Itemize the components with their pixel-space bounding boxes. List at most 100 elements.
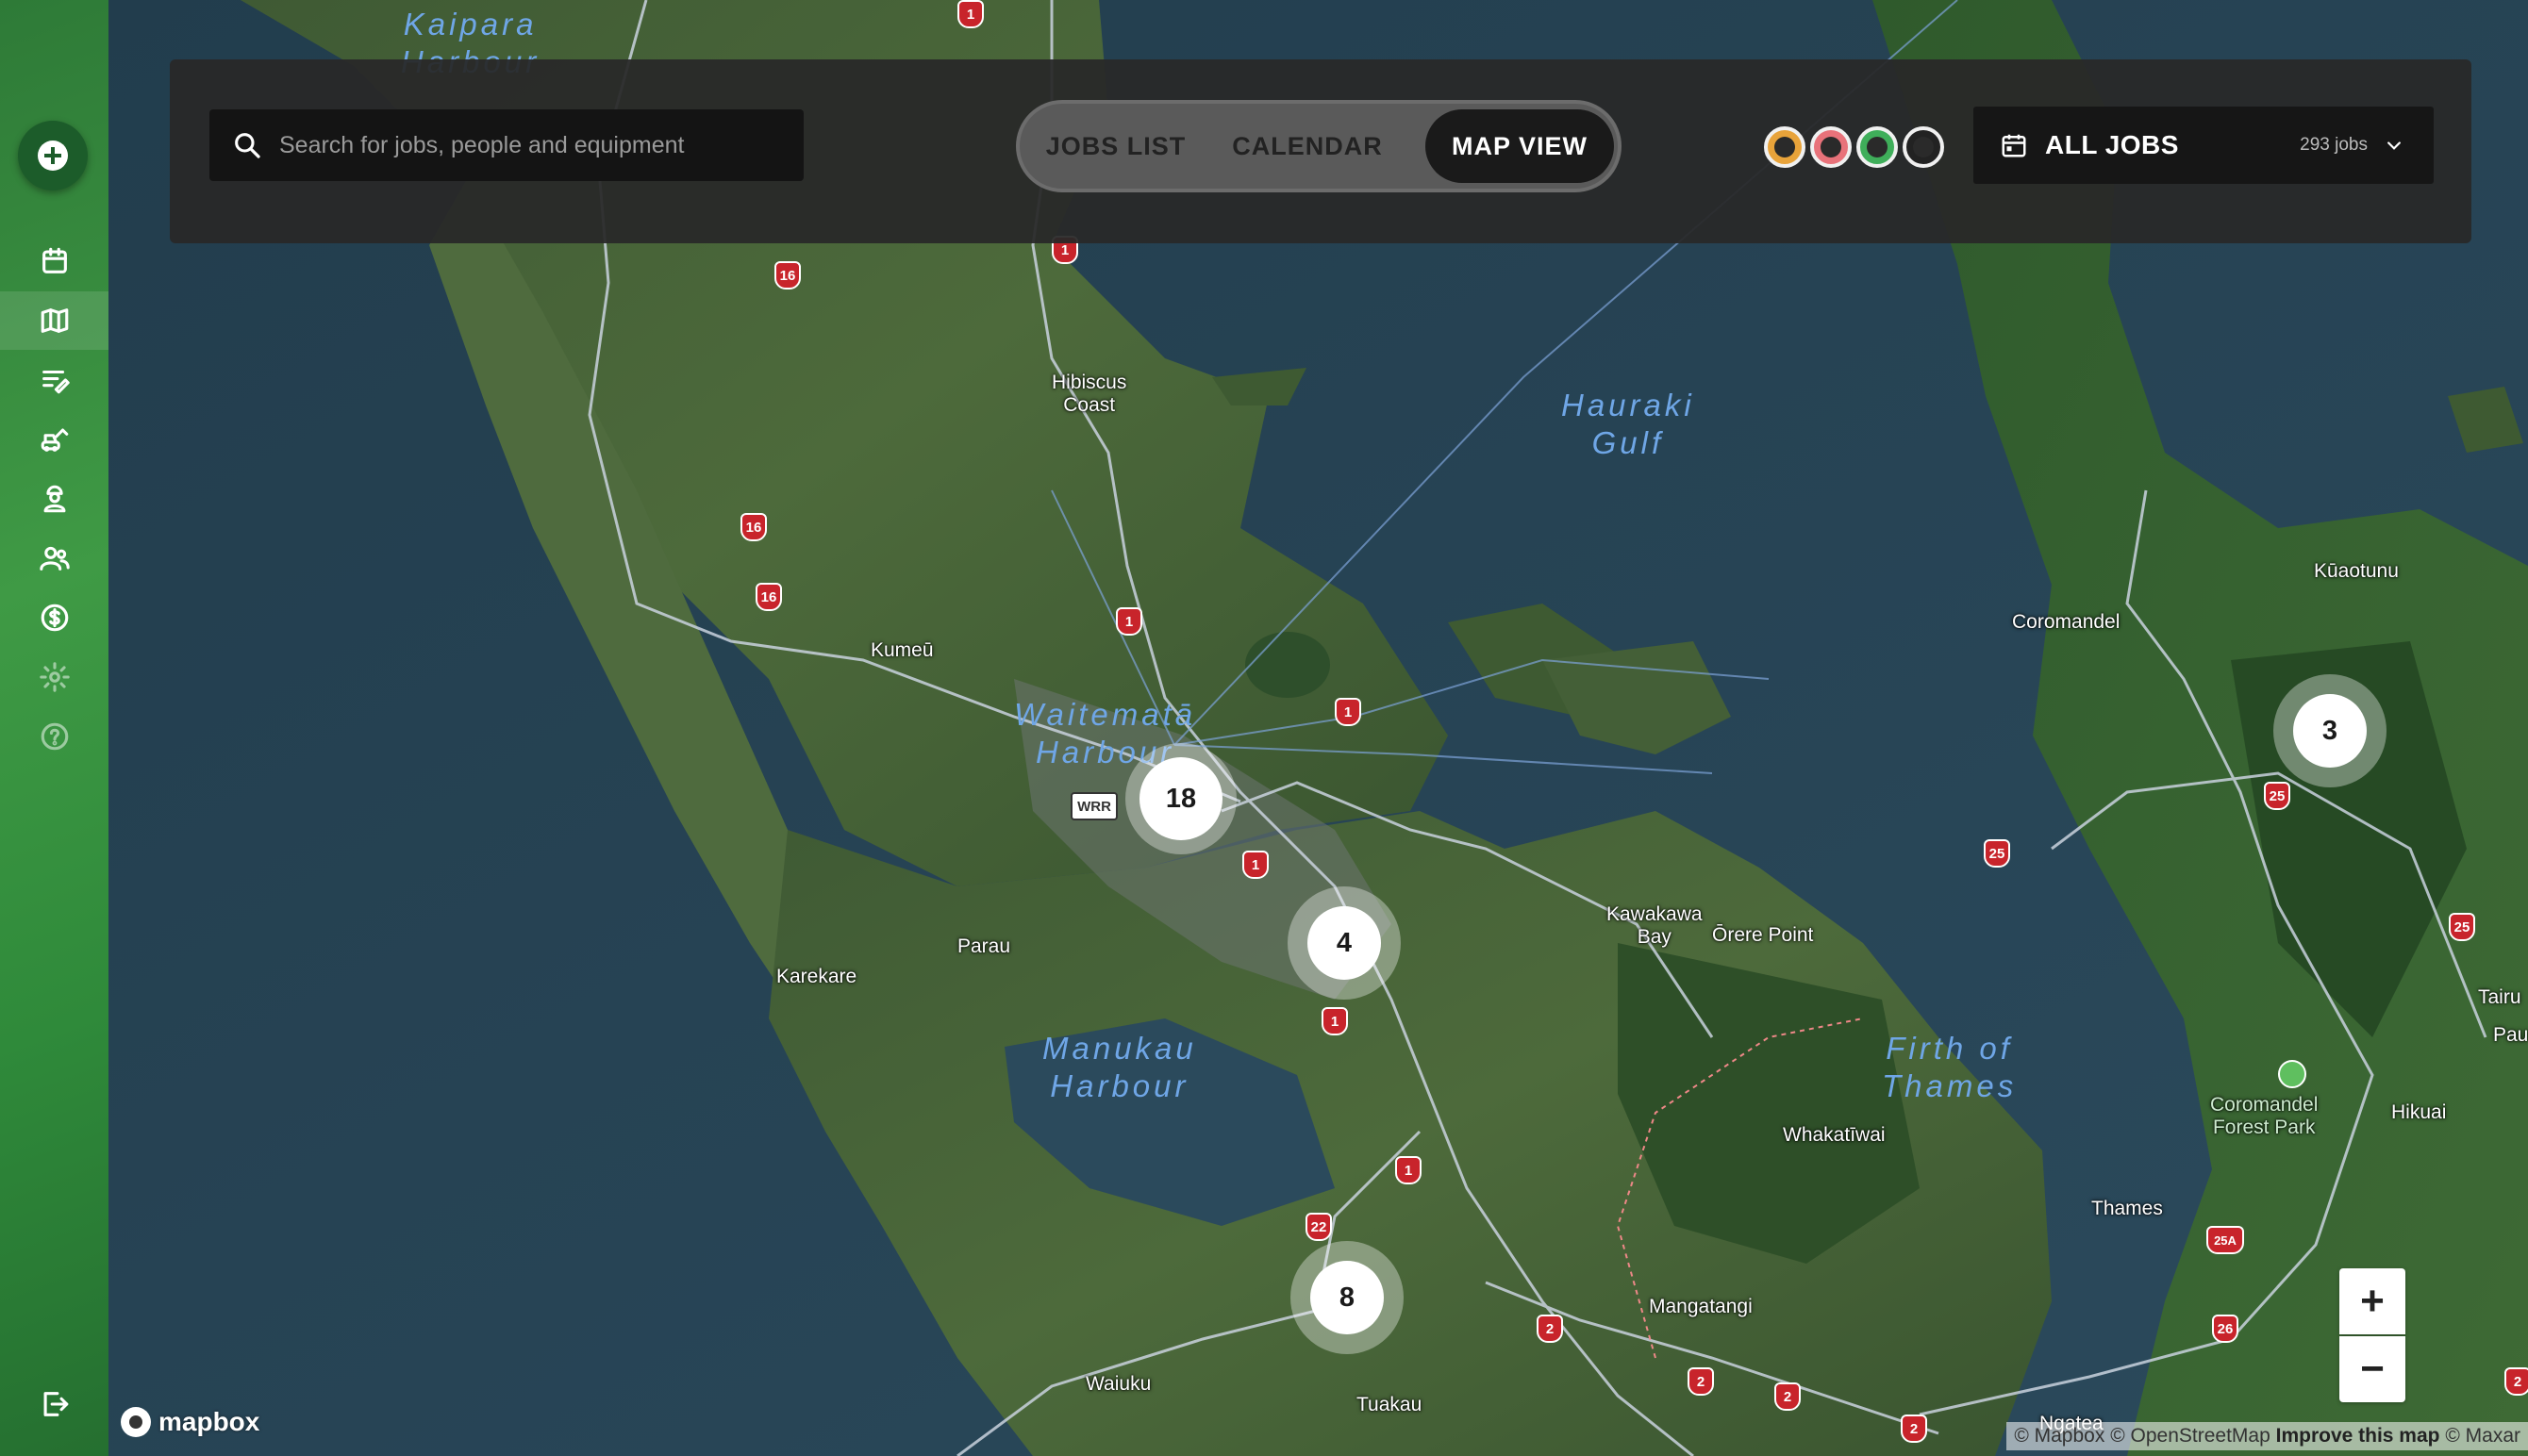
users-icon (39, 546, 70, 571)
attrib-osm-link[interactable]: © OpenStreetMap (2110, 1425, 2270, 1447)
cluster-count: 3 (2293, 694, 2367, 768)
highway-shield: 2 (1537, 1315, 1563, 1343)
help-icon (41, 722, 68, 751)
place-label: Tuakau (1356, 1394, 1422, 1415)
job-cluster[interactable]: 8 (1290, 1241, 1404, 1354)
place-label: Thames (2091, 1198, 2163, 1219)
mapbox-logo[interactable]: mapbox (121, 1407, 259, 1437)
chevron-down-icon (2387, 141, 2401, 150)
attrib-mapbox-link[interactable]: © Mapbox (2014, 1425, 2104, 1447)
place-label: Parau (957, 935, 1011, 957)
excavator-icon (41, 428, 68, 452)
tab-calendar[interactable]: CALENDAR (1208, 109, 1406, 183)
water-label-firth-of-thames: Firth of Thames (1882, 1031, 2018, 1103)
highway-shield: 2 (1774, 1382, 1801, 1411)
job-cluster[interactable]: 3 (2273, 674, 2387, 787)
map-icon (41, 308, 68, 333)
status-filter-orange[interactable] (1764, 126, 1805, 168)
sidebar-item-settings[interactable] (0, 648, 108, 706)
highway-shield: 25 (1984, 839, 2010, 868)
status-dot-core (1774, 137, 1795, 157)
sidebar-item-logout[interactable] (0, 1375, 108, 1433)
highway-shield: 25 (2264, 782, 2290, 810)
calendar-icon (42, 247, 67, 273)
job-filter-label: ALL JOBS (2045, 130, 2179, 159)
park-icon (2278, 1060, 2306, 1088)
attrib-maxar-link[interactable]: © Maxar (2445, 1425, 2520, 1447)
highway-shield: 2 (1688, 1367, 1714, 1396)
place-label: Whakatīwai (1783, 1124, 1886, 1146)
job-cluster[interactable]: 18 (1125, 743, 1237, 854)
highway-shield: 1 (1242, 851, 1269, 879)
app: Kaipara Harbour Hauraki Gulf Waitematā H… (0, 0, 2528, 1456)
tab-jobs-list[interactable]: JOBS LIST (1039, 109, 1193, 183)
search-box[interactable] (209, 109, 804, 181)
sidebar-item-map[interactable] (0, 291, 108, 350)
highway-shield: 1 (1335, 698, 1361, 726)
job-list-icon (42, 370, 70, 394)
place-label: Tairu (2478, 986, 2521, 1008)
place-label: Karekare (776, 966, 857, 987)
worker-icon (43, 485, 65, 513)
sidebar-item-jobs[interactable] (0, 351, 108, 409)
map-toolbar: JOBS LIST CALENDAR MAP VIEW ALL JOBS 293… (170, 59, 2471, 243)
sidebar-item-billing[interactable] (0, 588, 108, 647)
place-label: Hikuai (2391, 1101, 2447, 1123)
attrib-improve-link[interactable]: Improve this map (2276, 1425, 2440, 1447)
search-icon (235, 133, 260, 158)
place-label: Pau (2493, 1024, 2528, 1046)
highway-shield: 16 (774, 261, 801, 290)
logout-icon (43, 1392, 68, 1416)
tab-map-view[interactable]: MAP VIEW (1425, 109, 1614, 183)
place-label: Kawakawa Bay (1606, 903, 1703, 948)
water-label-hauraki: Hauraki Gulf (1561, 388, 1695, 460)
status-dot-core (1913, 137, 1934, 157)
zoom-out-button[interactable]: − (2339, 1336, 2405, 1402)
job-count: 293 jobs (2300, 135, 2368, 155)
highway-shield-wrr: WRR (1071, 792, 1118, 820)
status-filter-green[interactable] (1856, 126, 1898, 168)
sidebar-item-workers[interactable] (0, 470, 108, 528)
highway-shield: 1 (1322, 1007, 1348, 1035)
highway-shield: 26 (2212, 1315, 2238, 1343)
highway-shield: 16 (756, 583, 782, 611)
zoom-in-button[interactable]: + (2339, 1268, 2405, 1334)
highway-shield: 16 (740, 513, 767, 541)
sidebar-item-help[interactable] (0, 707, 108, 766)
water-label-manukau: Manukau Harbour (1042, 1031, 1197, 1103)
cluster-count: 18 (1139, 757, 1222, 840)
job-cluster[interactable]: 4 (1288, 886, 1401, 1000)
view-switcher: JOBS LIST CALENDAR MAP VIEW (1016, 100, 1622, 192)
highway-shield: 1 (957, 0, 984, 28)
status-dot-core (1867, 137, 1888, 157)
sidebar-item-equipment[interactable] (0, 410, 108, 469)
cluster-count: 4 (1307, 906, 1381, 980)
highway-shield: 2 (1901, 1415, 1927, 1443)
calendar-icon (2002, 134, 2026, 157)
sidebar-item-clients[interactable] (0, 529, 108, 587)
place-label: Kūaotunu (2314, 560, 2399, 582)
sidebar (0, 0, 108, 1456)
place-label: Waiuku (1086, 1373, 1152, 1395)
highway-shield: 2 (2504, 1367, 2528, 1396)
add-new-button[interactable] (18, 121, 88, 190)
search-input[interactable] (279, 131, 789, 159)
place-label-forest-park: Coromandel Forest Park (2210, 1094, 2319, 1138)
cluster-count: 8 (1310, 1261, 1384, 1334)
status-filter-pink[interactable] (1810, 126, 1852, 168)
status-filter-black[interactable] (1903, 126, 1944, 168)
sidebar-item-calendar[interactable] (0, 232, 108, 290)
place-label: Mangatangi (1649, 1296, 1753, 1317)
place-label: Coromandel (2012, 611, 2121, 633)
place-label: Hibiscus Coast (1052, 372, 1127, 416)
highway-shield: 25A (2206, 1226, 2244, 1254)
plus-icon (38, 141, 68, 171)
highway-shield: 1 (1116, 607, 1142, 636)
mapbox-brand: mapbox (158, 1407, 260, 1436)
dollar-icon (41, 604, 68, 632)
job-filter-dropdown[interactable]: ALL JOBS 293 jobs (1973, 107, 2434, 184)
map-attribution: © Mapbox © OpenStreetMap Improve this ma… (2006, 1422, 2528, 1450)
gear-icon (39, 662, 70, 692)
highway-shield: 22 (1306, 1213, 1332, 1241)
place-label: Ōrere Point (1712, 924, 1814, 946)
